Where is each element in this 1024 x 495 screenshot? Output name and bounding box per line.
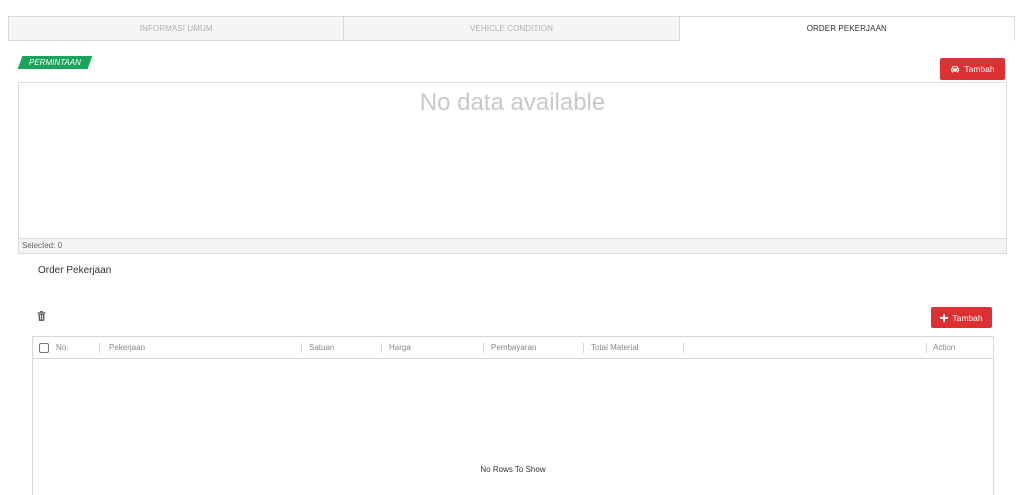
permintaan-empty-message: No data available <box>419 89 606 116</box>
column-action[interactable]: Action <box>926 337 994 358</box>
column-blank[interactable] <box>683 337 926 358</box>
column-pekerjaan[interactable]: Pekerjaan <box>99 337 299 358</box>
order-pekerjaan-title: Order Pekerjaan <box>38 265 112 276</box>
permintaan-badge-label: PERMINTAAN <box>29 58 81 67</box>
order-grid: No. Pekerjaan Satuan Harga Pembayaran To… <box>32 336 994 495</box>
column-no[interactable]: No. <box>33 337 95 358</box>
tab-order-pekerjaan[interactable]: ORDER PEKERJAAN <box>679 16 1015 41</box>
car-icon <box>951 66 960 73</box>
permintaan-grid: No data available Selected: 0 <box>18 82 1007 254</box>
column-satuan[interactable]: Satuan <box>301 337 381 358</box>
tab-informasi-umum[interactable]: INFORMASI UMUM <box>8 16 345 41</box>
column-harga[interactable]: Harga <box>381 337 481 358</box>
plus-icon <box>940 313 949 322</box>
order-grid-header: No. Pekerjaan Satuan Harga Pembayaran To… <box>33 337 993 359</box>
add-permintaan-button[interactable]: Tambah <box>940 58 1005 80</box>
tab-bar: INFORMASI UMUM VEHICLE CONDITION ORDER P… <box>8 16 1015 41</box>
permintaan-badge: PERMINTAAN <box>17 56 93 69</box>
add-order-button[interactable]: Tambah <box>931 307 992 328</box>
permintaan-selected-count: Selected: 0 <box>19 238 1006 253</box>
add-order-label: Tambah <box>952 312 983 323</box>
add-permintaan-label: Tambah <box>964 64 995 74</box>
trash-icon[interactable] <box>37 311 46 321</box>
order-no-rows-message: No Rows To Show <box>480 465 546 474</box>
column-pembayaran[interactable]: Pembayaran <box>483 337 583 358</box>
column-total-material[interactable]: Total Material <box>583 337 683 358</box>
select-all-checkbox[interactable] <box>39 342 49 353</box>
tab-vehicle-condition[interactable]: VEHICLE CONDITION <box>344 16 680 41</box>
